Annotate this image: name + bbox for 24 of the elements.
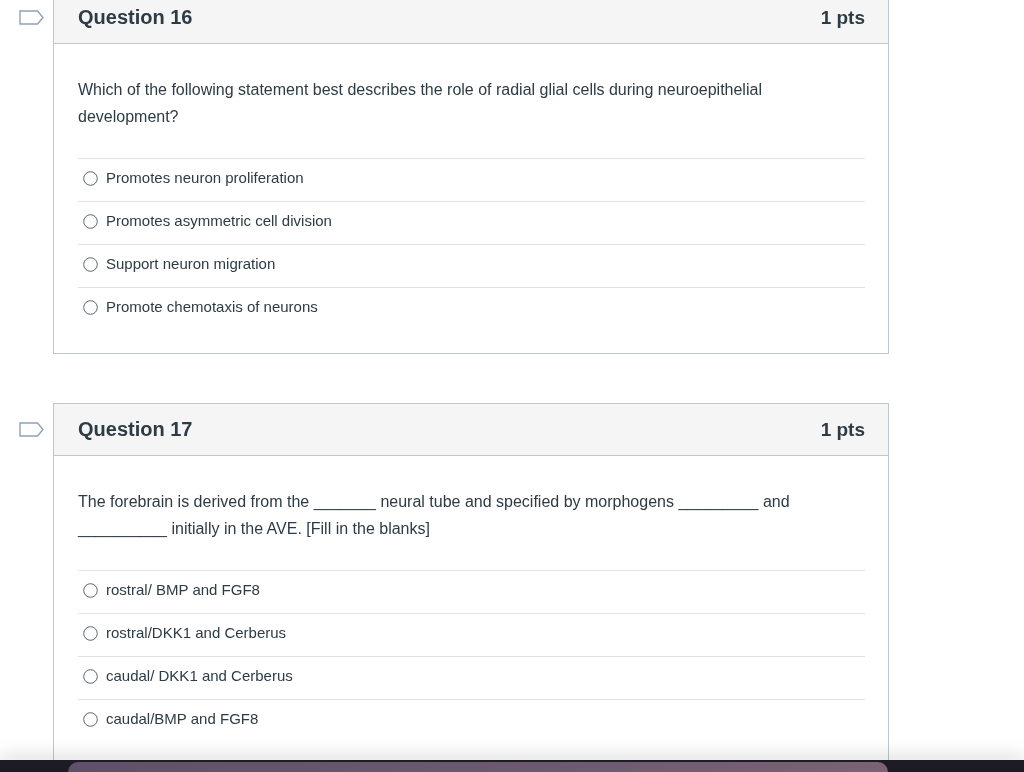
radio-button[interactable] <box>83 213 98 229</box>
radio-button[interactable] <box>83 711 98 727</box>
points-label: 1 pts <box>820 418 865 441</box>
answer-option[interactable]: caudal/BMP and FGF8 <box>106 710 259 728</box>
answer-option[interactable]: Promotes asymmetric cell division <box>106 212 332 230</box>
radio-button[interactable] <box>83 170 98 186</box>
radio-button[interactable] <box>83 668 98 684</box>
radio-button[interactable] <box>83 299 98 315</box>
answer-option[interactable]: rostral/ BMP and FGF8 <box>106 581 260 599</box>
points-label: 1 pts <box>820 6 865 29</box>
flag-icon[interactable] <box>19 9 44 25</box>
answer-option[interactable]: rostral/DKK1 and Cerberus <box>106 624 287 642</box>
answer-option[interactable]: caudal/ DKK1 and Cerberus <box>106 667 293 685</box>
question-title: Question 17 <box>78 418 193 441</box>
question-text: Which of the following statement best describes the role of radial glial cells during neuroepithelial development? <box>78 80 763 127</box>
radio-button[interactable] <box>83 582 98 598</box>
radio-button[interactable] <box>83 625 98 641</box>
question-text: The forebrain is derived from the _______ neural tube and specified by morphogens _________ and __________ initially in the AVE. [Fill in the blanks] <box>78 492 791 540</box>
answer-option[interactable]: Support neuron migration <box>106 255 276 273</box>
answer-option[interactable]: Promote chemotaxis of neurons <box>106 298 318 316</box>
question-title: Question 16 <box>78 6 193 29</box>
radio-button[interactable] <box>83 256 98 272</box>
answer-option[interactable]: Promotes neuron proliferation <box>106 169 304 187</box>
flag-icon[interactable] <box>19 421 44 437</box>
